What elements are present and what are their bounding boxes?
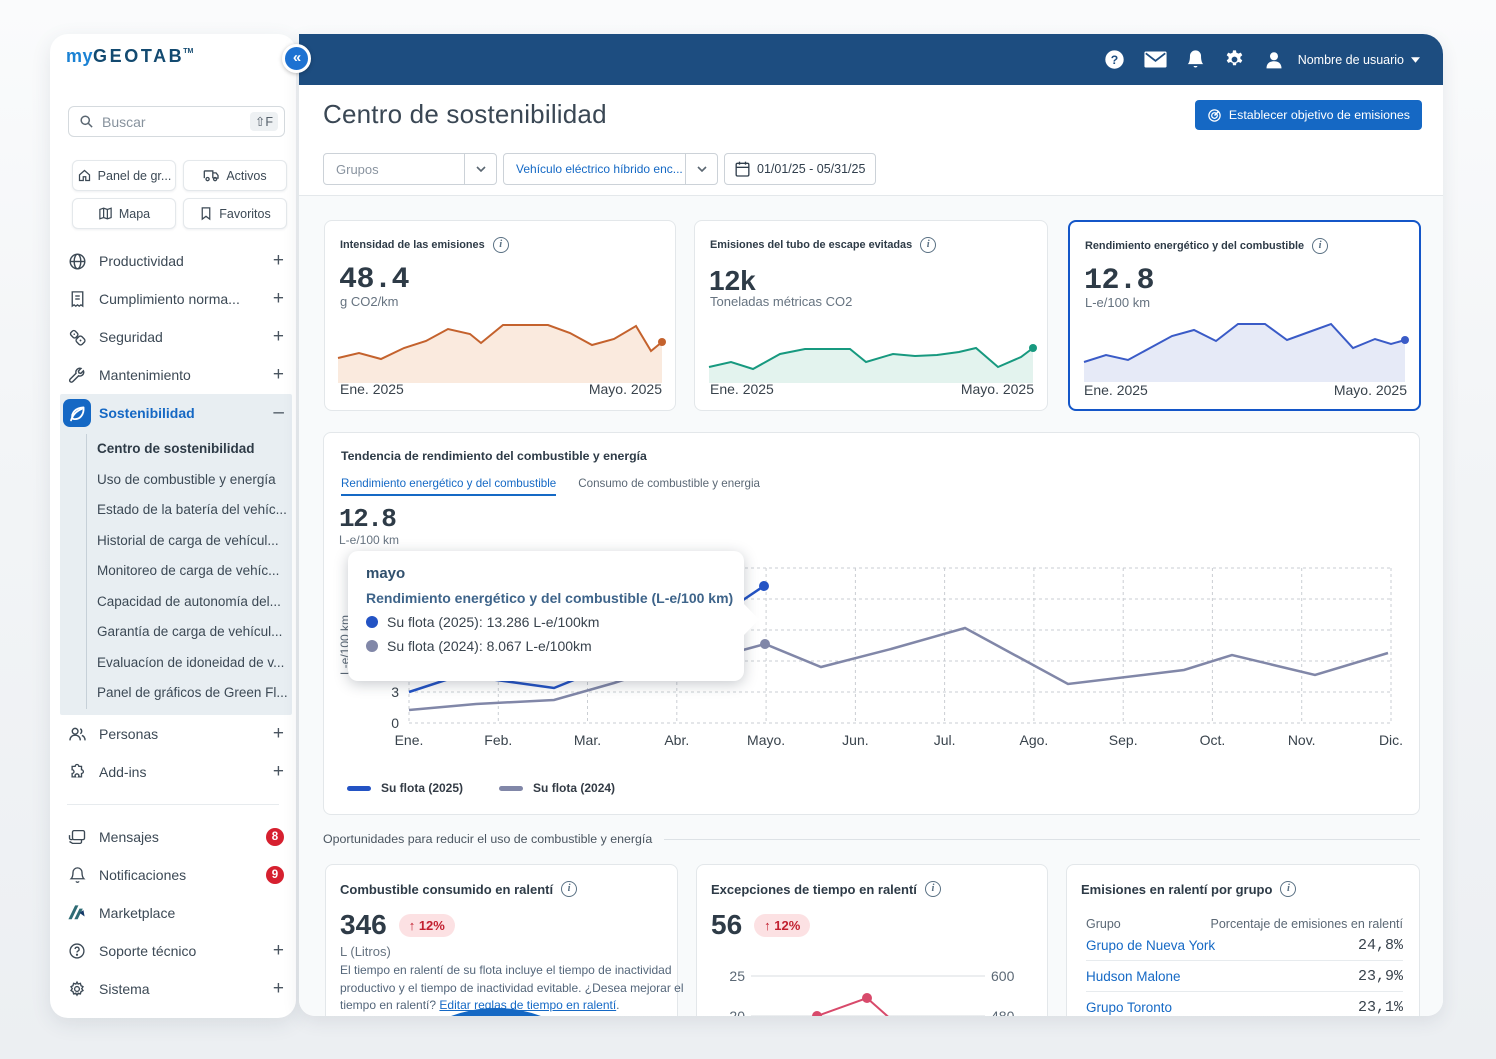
svg-text:Oct.: Oct.: [1200, 732, 1226, 748]
svg-text:3: 3: [391, 684, 399, 700]
svg-text:Sep.: Sep.: [1109, 732, 1138, 748]
svg-text:Ago.: Ago.: [1019, 732, 1048, 748]
svg-text:480: 480: [991, 1008, 1015, 1016]
svg-text:Mar.: Mar.: [574, 732, 601, 748]
svg-text:Mayo.: Mayo.: [747, 732, 785, 748]
svg-text:Abr.: Abr.: [664, 732, 689, 748]
svg-text:Jul.: Jul.: [934, 732, 956, 748]
svg-text:Jun.: Jun.: [842, 732, 868, 748]
svg-text:Ene.: Ene.: [395, 732, 424, 748]
svg-text:20: 20: [729, 1008, 745, 1016]
svg-text:600: 600: [991, 968, 1015, 984]
svg-text:Nov.: Nov.: [1288, 732, 1316, 748]
svg-text:Feb.: Feb.: [484, 732, 512, 748]
svg-text:Dic.: Dic.: [1379, 732, 1403, 748]
svg-text:?: ?: [1110, 53, 1117, 67]
svg-text:25: 25: [729, 968, 745, 984]
svg-text:0: 0: [391, 715, 399, 731]
